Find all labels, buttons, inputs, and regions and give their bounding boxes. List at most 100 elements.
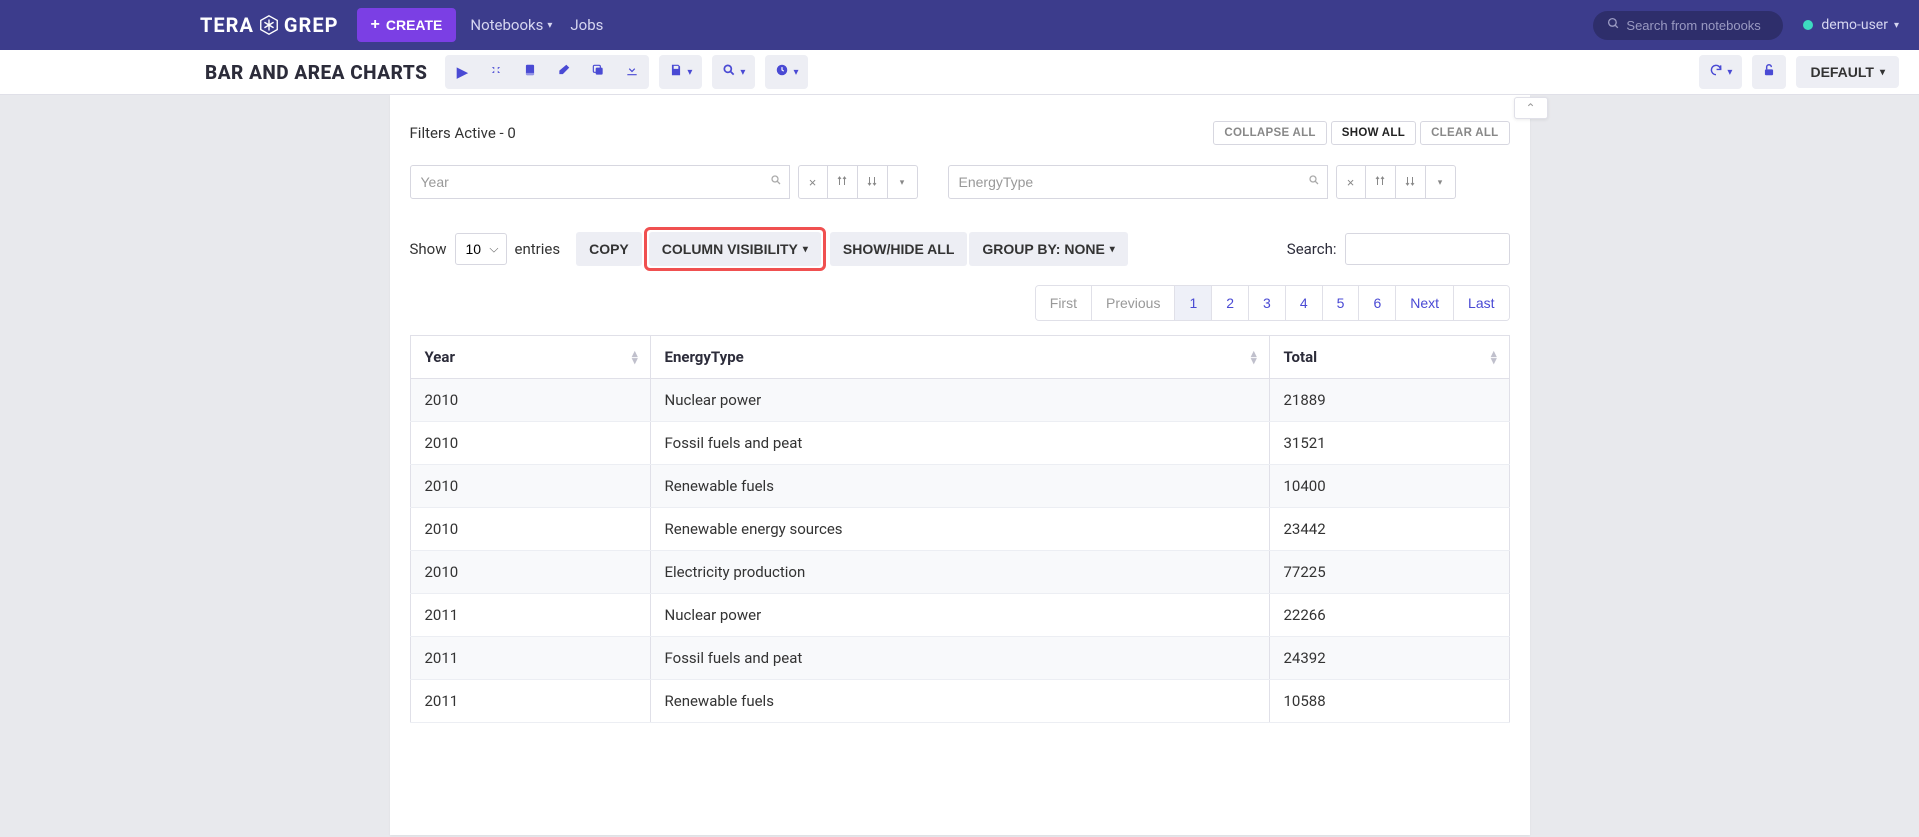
show-hide-all-button[interactable]: SHOW/HIDE ALL xyxy=(830,232,967,266)
table-cell: Fossil fuels and peat xyxy=(650,637,1269,680)
table-cell: 10400 xyxy=(1269,465,1509,508)
chevron-up-icon: ⌃ xyxy=(1525,101,1535,115)
pagination: First Previous 1 2 3 4 5 6 Next Last xyxy=(410,285,1510,321)
search-label: Search: xyxy=(1287,240,1337,258)
search-box[interactable] xyxy=(1593,11,1783,40)
page-last[interactable]: Last xyxy=(1453,286,1508,320)
download-button[interactable] xyxy=(615,55,649,89)
erase-button[interactable] xyxy=(547,55,581,89)
table-cell: 22266 xyxy=(1269,594,1509,637)
copy-table-button[interactable]: COPY xyxy=(576,232,642,266)
clear-all-button[interactable]: CLEAR ALL xyxy=(1420,121,1509,145)
page-1[interactable]: 1 xyxy=(1174,286,1211,320)
table-row: 2010Fossil fuels and peat31521 xyxy=(410,422,1509,465)
table-cell: Fossil fuels and peat xyxy=(650,422,1269,465)
book-icon xyxy=(523,63,537,81)
table-cell: 2010 xyxy=(410,465,650,508)
caret-down-icon: ▾ xyxy=(1727,67,1732,78)
table-cell: 2010 xyxy=(410,379,650,422)
page-next[interactable]: Next xyxy=(1395,286,1453,320)
page-6[interactable]: 6 xyxy=(1358,286,1395,320)
collapse-button[interactable] xyxy=(479,55,513,89)
table-cell: 2010 xyxy=(410,422,650,465)
table-cell: 31521 xyxy=(1269,422,1509,465)
filter-sort-desc-button[interactable] xyxy=(1396,165,1426,199)
col-year-header[interactable]: Year▴▾ xyxy=(410,336,650,379)
page-3[interactable]: 3 xyxy=(1248,286,1285,320)
nav-jobs[interactable]: Jobs xyxy=(570,16,603,34)
sort-desc-icon xyxy=(866,175,878,190)
toolbar: BAR AND AREA CHARTS ▶ ▾ ▾ ▾ ▾ DEFAULT ▾ xyxy=(0,50,1919,95)
show-label: Show xyxy=(410,240,447,258)
caret-down-icon: ▾ xyxy=(1880,67,1885,78)
nav-notebooks[interactable]: Notebooks ▾ xyxy=(470,16,552,34)
book-button[interactable] xyxy=(513,55,547,89)
filter-sort-asc-button[interactable] xyxy=(828,165,858,199)
col-energy-header[interactable]: EnergyType▴▾ xyxy=(650,336,1269,379)
plus-icon: + xyxy=(371,16,380,34)
x-icon: × xyxy=(809,175,817,190)
x-icon: × xyxy=(1347,175,1355,190)
filters-active-text: Filters Active - 0 xyxy=(410,124,516,142)
page-4[interactable]: 4 xyxy=(1285,286,1322,320)
page-previous[interactable]: Previous xyxy=(1091,286,1174,320)
col-total-header[interactable]: Total▴▾ xyxy=(1269,336,1509,379)
default-dropdown[interactable]: DEFAULT ▾ xyxy=(1796,56,1899,88)
table-row: 2010Nuclear power21889 xyxy=(410,379,1509,422)
caret-down-icon: ▾ xyxy=(1438,177,1443,188)
filter-sort-desc-button[interactable] xyxy=(858,165,888,199)
filter-more-button[interactable]: ▾ xyxy=(1426,165,1456,199)
refresh-dropdown[interactable]: ▾ xyxy=(1699,55,1742,89)
filter-clear-button[interactable]: × xyxy=(1336,165,1366,199)
show-all-button[interactable]: SHOW ALL xyxy=(1331,121,1416,145)
copy-button[interactable] xyxy=(581,55,615,89)
logo[interactable]: TERA GREP xyxy=(200,13,339,37)
filter-energytype-input[interactable] xyxy=(948,165,1328,199)
sort-icon: ▴▾ xyxy=(632,350,638,364)
create-button[interactable]: + CREATE xyxy=(357,8,457,42)
sort-asc-icon xyxy=(1374,175,1386,190)
collapse-all-button[interactable]: COLLAPSE ALL xyxy=(1213,121,1326,145)
entries-select[interactable]: 10 xyxy=(455,233,507,265)
table-cell: 2010 xyxy=(410,551,650,594)
filter-clear-button[interactable]: × xyxy=(798,165,828,199)
sort-icon: ▴▾ xyxy=(1491,350,1497,364)
search-input[interactable] xyxy=(1626,18,1769,33)
page-2[interactable]: 2 xyxy=(1211,286,1248,320)
lock-button[interactable] xyxy=(1752,55,1786,89)
user-menu[interactable]: demo-user ▾ xyxy=(1803,17,1899,33)
table-cell: 2010 xyxy=(410,508,650,551)
refresh-icon xyxy=(1709,63,1723,81)
table-cell: 2011 xyxy=(410,594,650,637)
unlock-icon xyxy=(1762,63,1776,81)
play-icon: ▶ xyxy=(457,63,469,81)
status-dot-icon xyxy=(1803,20,1813,30)
search-icon xyxy=(722,63,736,81)
page-5[interactable]: 5 xyxy=(1322,286,1359,320)
table-cell: 24392 xyxy=(1269,637,1509,680)
nav-jobs-label: Jobs xyxy=(570,16,603,34)
filter-more-button[interactable]: ▾ xyxy=(888,165,918,199)
group-by-button[interactable]: GROUP BY: NONE ▾ xyxy=(969,232,1127,266)
panel-collapse-toggle[interactable]: ⌃ xyxy=(1514,97,1548,119)
save-dropdown[interactable]: ▾ xyxy=(659,55,702,89)
search-dropdown[interactable]: ▾ xyxy=(712,55,755,89)
copy-icon xyxy=(591,63,605,81)
filter-year-group: × ▾ xyxy=(410,165,918,199)
caret-down-icon: ▾ xyxy=(793,67,798,78)
run-button[interactable]: ▶ xyxy=(445,55,479,89)
content-panel: ⌃ Filters Active - 0 COLLAPSE ALL SHOW A… xyxy=(390,95,1530,835)
table-search-input[interactable] xyxy=(1345,233,1510,265)
eraser-icon xyxy=(557,63,571,81)
table-row: 2010Electricity production77225 xyxy=(410,551,1509,594)
filter-year-input[interactable] xyxy=(410,165,790,199)
column-visibility-button[interactable]: COLUMN VISIBILITY ▾ xyxy=(649,232,821,266)
filter-sort-asc-button[interactable] xyxy=(1366,165,1396,199)
page-title: BAR AND AREA CHARTS xyxy=(205,61,427,84)
caret-down-icon: ▾ xyxy=(1894,20,1899,31)
sort-icon: ▴▾ xyxy=(1251,350,1257,364)
page-first[interactable]: First xyxy=(1036,286,1091,320)
compress-icon xyxy=(489,63,503,81)
schedule-dropdown[interactable]: ▾ xyxy=(765,55,808,89)
table-cell: Renewable fuels xyxy=(650,465,1269,508)
